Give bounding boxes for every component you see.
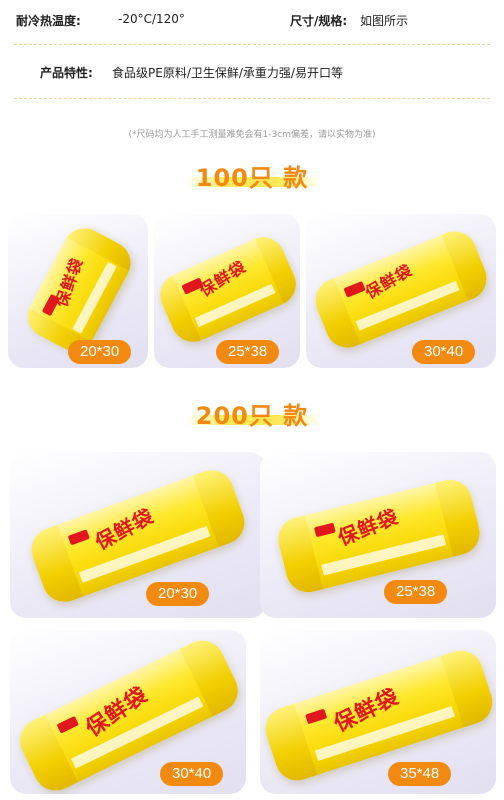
product-card[interactable]: 保鲜袋 25*38 bbox=[154, 214, 300, 368]
product-card[interactable]: 保鲜袋 20*30 bbox=[8, 214, 148, 368]
feature-label: 产品特性: bbox=[40, 66, 93, 80]
product-card[interactable]: 保鲜袋 30*40 bbox=[10, 630, 246, 794]
product-card[interactable]: 保鲜袋 30*40 bbox=[306, 214, 496, 368]
spec-divider bbox=[14, 44, 490, 46]
product-roll-image: 保鲜袋 bbox=[260, 644, 496, 787]
size-label: 尺寸/规格: bbox=[290, 14, 348, 28]
roll-badge bbox=[304, 708, 328, 724]
roll-badge bbox=[56, 715, 79, 734]
spec-divider-2 bbox=[14, 98, 490, 100]
size-value: 如图所示 bbox=[360, 14, 409, 28]
size-label-pill: 35*48 bbox=[388, 762, 452, 786]
size-label-pill: 20*30 bbox=[68, 340, 132, 364]
product-card[interactable]: 保鲜袋 20*30 bbox=[10, 452, 266, 618]
roll-brand-text: 保鲜袋 bbox=[334, 503, 403, 550]
roll-brand-text: 保鲜袋 bbox=[195, 257, 250, 301]
temp-label: 耐冷热温度: bbox=[16, 14, 81, 28]
section-title-100: 100只 款 bbox=[0, 158, 504, 193]
product-roll-image: 保鲜袋 bbox=[308, 224, 494, 355]
product-card[interactable]: 保鲜袋 35*48 bbox=[260, 630, 496, 794]
roll-badge bbox=[67, 528, 91, 546]
size-label-pill: 20*30 bbox=[146, 582, 210, 606]
size-label-pill: 30*40 bbox=[160, 762, 224, 786]
roll-badge bbox=[313, 522, 336, 538]
product-roll-image: 保鲜袋 bbox=[154, 230, 300, 349]
size-label-pill: 25*38 bbox=[384, 580, 448, 604]
section-title-text: 100只 款 bbox=[195, 164, 309, 192]
temp-value: -20°C/120° bbox=[118, 12, 185, 26]
product-roll-image: 保鲜袋 bbox=[25, 464, 251, 609]
roll-brand-text: 保鲜袋 bbox=[51, 254, 88, 310]
size-label-pill: 25*38 bbox=[216, 340, 280, 364]
product-roll-image: 保鲜袋 bbox=[273, 475, 485, 598]
roll-brand-text: 保鲜袋 bbox=[361, 260, 416, 303]
size-label-pill: 30*40 bbox=[412, 340, 476, 364]
product-card[interactable]: 保鲜袋 25*38 bbox=[260, 452, 496, 618]
section-title-text: 200只 款 bbox=[195, 402, 309, 430]
section-title-200: 200只 款 bbox=[0, 396, 504, 431]
feature-value: 食品级PE原料/卫生保鲜/承重力强/易开口等 bbox=[112, 66, 343, 80]
measurement-note: (*尺码均为人工手工测量难免会有1-3cm偏差，请以实物为准) bbox=[128, 130, 376, 140]
product-roll-image: 保鲜袋 bbox=[20, 220, 138, 359]
